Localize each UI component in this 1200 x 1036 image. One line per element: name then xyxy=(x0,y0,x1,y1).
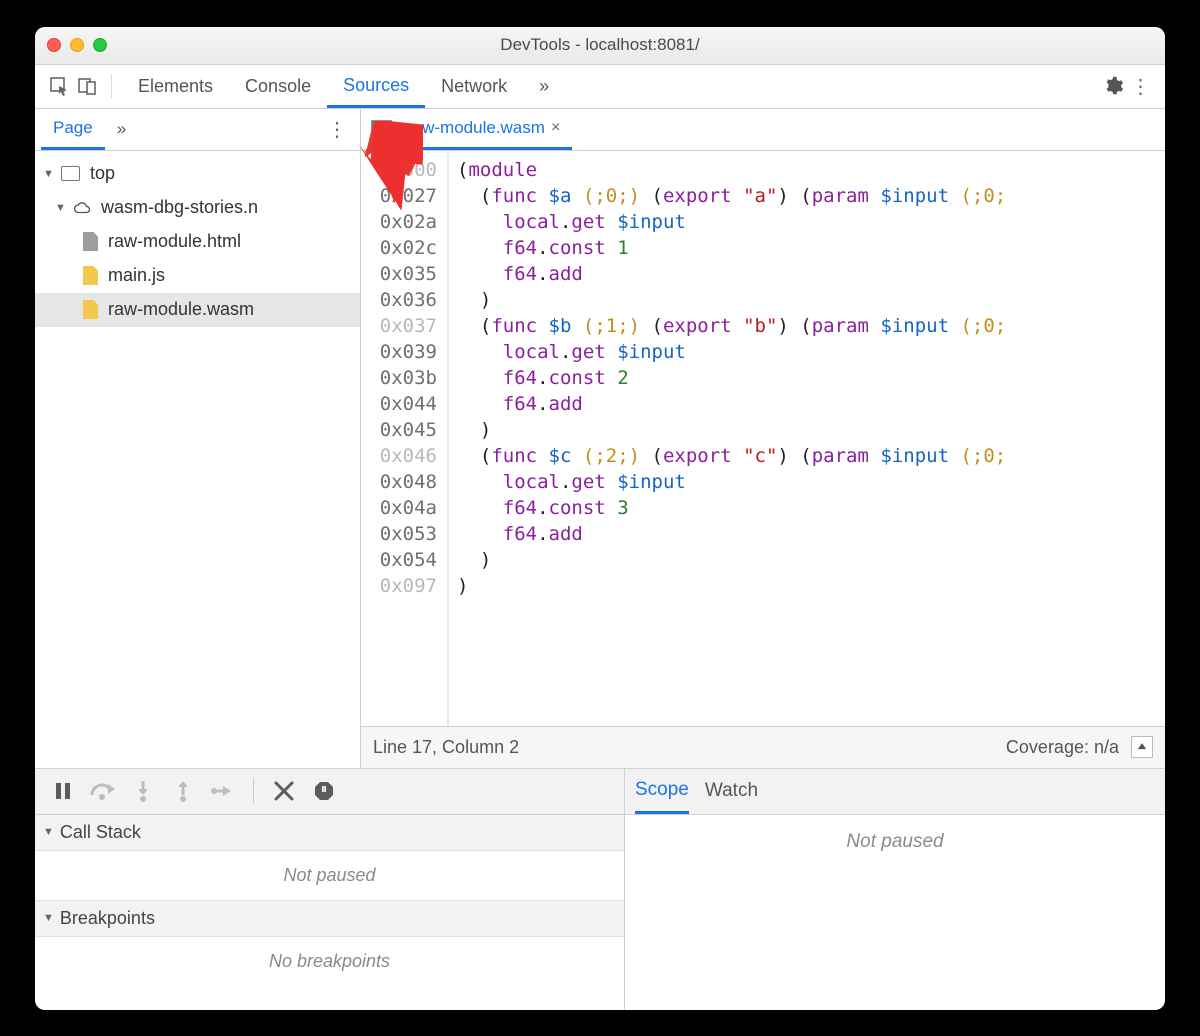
tab-sources[interactable]: Sources xyxy=(327,65,425,108)
step-into-icon[interactable] xyxy=(125,773,161,809)
file-icon xyxy=(83,232,98,251)
gutter[interactable]: 0x0000x0270x02a0x02c0x0350x0360x0370x039… xyxy=(361,151,449,726)
step-icon[interactable] xyxy=(205,773,241,809)
frame-icon xyxy=(61,166,80,181)
call-stack-body: Not paused xyxy=(35,851,624,901)
device-toolbar-icon[interactable] xyxy=(73,72,101,100)
tree-label: raw-module.wasm xyxy=(108,299,254,320)
tree-label: wasm-dbg-stories.n xyxy=(101,197,258,218)
call-stack-label: Call Stack xyxy=(60,822,141,843)
main-panel: Page » ⋮ ▼ top ▼ wasm-dbg-stories.n xyxy=(35,109,1165,768)
kebab-menu-icon[interactable]: ⋮ xyxy=(1127,72,1155,100)
breakpoints-label: Breakpoints xyxy=(60,908,155,929)
editor-body: 0x0000x0270x02a0x02c0x0350x0360x0370x039… xyxy=(361,151,1165,726)
breakpoints-body: No breakpoints xyxy=(35,937,624,987)
sidebar-tabs: Page » ⋮ xyxy=(35,109,360,151)
file-tree: ▼ top ▼ wasm-dbg-stories.n raw-module.ht… xyxy=(35,151,360,333)
tree-frame-top[interactable]: ▼ top xyxy=(35,157,360,191)
watch-tab[interactable]: Watch xyxy=(705,769,758,814)
editor-tab-strip: raw-module.wasm × xyxy=(361,109,1165,151)
call-stack-status: Not paused xyxy=(283,865,375,886)
tab-network[interactable]: Network xyxy=(425,65,523,108)
tab-more[interactable]: » xyxy=(523,65,565,108)
deactivate-breakpoints-icon[interactable] xyxy=(266,773,302,809)
editor-pane: raw-module.wasm × 0x0000x0270x02a0x02c0x… xyxy=(361,109,1165,768)
scope-tab[interactable]: Scope xyxy=(635,769,689,814)
debugger-toolbar: Scope Watch xyxy=(35,768,1165,814)
coverage-status: Coverage: n/a xyxy=(1006,737,1119,758)
file-icon xyxy=(83,300,98,319)
window-title: DevTools - localhost:8081/ xyxy=(35,35,1165,55)
step-over-icon[interactable] xyxy=(85,773,121,809)
tab-console[interactable]: Console xyxy=(229,65,327,108)
scope-body: Not paused xyxy=(625,815,1165,1010)
tree-label: top xyxy=(90,163,115,184)
close-tab-icon[interactable]: × xyxy=(551,119,560,137)
pause-on-exceptions-icon[interactable] xyxy=(306,773,342,809)
debugger-left-pane: ▼ Call Stack Not paused ▼ Breakpoints No… xyxy=(35,815,625,1010)
step-out-icon[interactable] xyxy=(165,773,201,809)
sidebar-menu-icon[interactable]: ⋮ xyxy=(321,117,354,142)
sidebar-tab-more[interactable]: » xyxy=(105,109,138,150)
call-stack-header[interactable]: ▼ Call Stack xyxy=(35,815,624,851)
editor-status-bar: Line 17, Column 2 Coverage: n/a xyxy=(361,726,1165,768)
toggle-drawer-icon[interactable] xyxy=(1131,736,1153,758)
toggle-navigator-icon[interactable] xyxy=(367,120,395,138)
titlebar: DevTools - localhost:8081/ xyxy=(35,27,1165,65)
scope-status: Not paused xyxy=(846,831,943,853)
sources-sidebar: Page » ⋮ ▼ top ▼ wasm-dbg-stories.n xyxy=(35,109,361,768)
pause-icon[interactable] xyxy=(45,773,81,809)
cloud-icon xyxy=(73,198,91,218)
breakpoints-header[interactable]: ▼ Breakpoints xyxy=(35,901,624,937)
editor-tab-file[interactable]: raw-module.wasm × xyxy=(395,109,572,150)
breakpoints-status: No breakpoints xyxy=(269,951,390,972)
cursor-position: Line 17, Column 2 xyxy=(373,737,519,758)
tree-label: main.js xyxy=(108,265,165,286)
tab-elements[interactable]: Elements xyxy=(122,65,229,108)
tree-file-js[interactable]: main.js xyxy=(35,259,360,293)
inspect-element-icon[interactable] xyxy=(45,72,73,100)
tree-label: raw-module.html xyxy=(108,231,241,252)
editor-tab-label: raw-module.wasm xyxy=(407,118,545,138)
source-code[interactable]: (module (func $a (;0;) (export "a") (par… xyxy=(449,151,1165,726)
devtools-window: DevTools - localhost:8081/ Elements Cons… xyxy=(35,27,1165,1010)
devtools-toolbar: Elements Console Sources Network » ⋮ xyxy=(35,65,1165,109)
gear-icon[interactable] xyxy=(1099,72,1127,100)
tree-domain[interactable]: ▼ wasm-dbg-stories.n xyxy=(35,191,360,225)
tree-file-wasm[interactable]: raw-module.wasm xyxy=(35,293,360,327)
file-icon xyxy=(83,266,98,285)
debugger-panes: ▼ Call Stack Not paused ▼ Breakpoints No… xyxy=(35,814,1165,1010)
tree-file-html[interactable]: raw-module.html xyxy=(35,225,360,259)
sidebar-tab-page[interactable]: Page xyxy=(41,109,105,150)
